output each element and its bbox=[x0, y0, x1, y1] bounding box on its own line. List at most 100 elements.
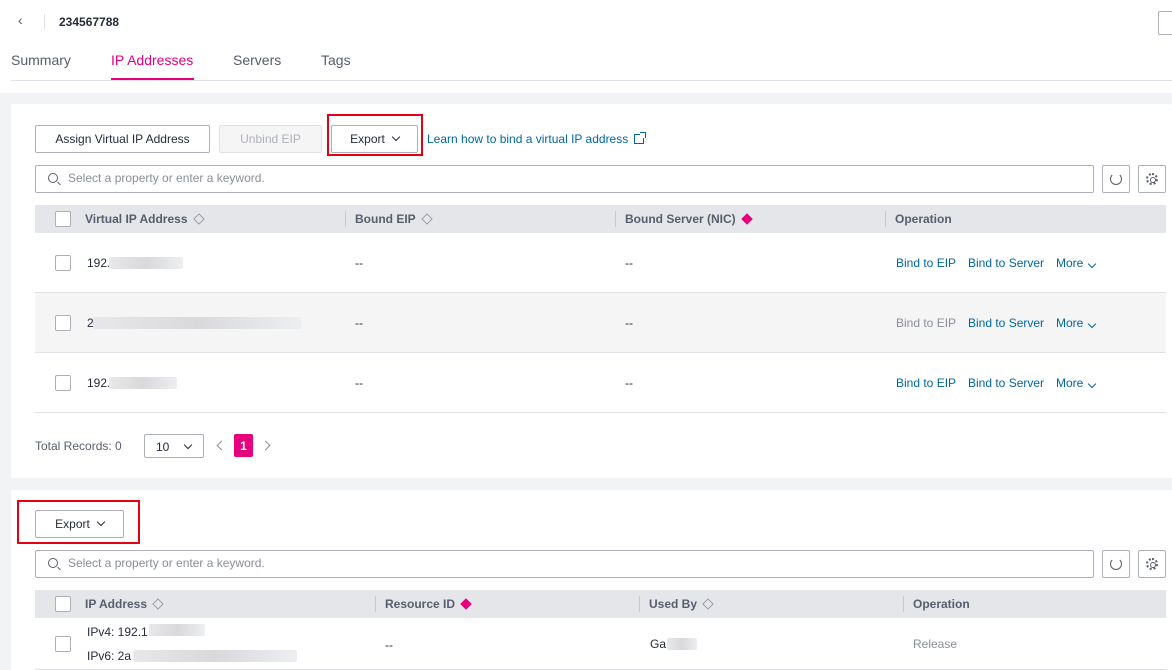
more-dropdown[interactable]: More bbox=[1056, 376, 1097, 390]
total-records: Total Records: 0 bbox=[35, 439, 122, 453]
more-dropdown[interactable]: More bbox=[1056, 316, 1097, 330]
redacted-text bbox=[109, 377, 177, 389]
row-checkbox[interactable] bbox=[55, 255, 71, 271]
top-right-button[interactable] bbox=[1158, 11, 1172, 35]
more-label: More bbox=[1056, 316, 1084, 330]
tab-bar: Summary IP Addresses Servers Tags bbox=[11, 48, 1172, 81]
redacted-text bbox=[133, 650, 297, 662]
row-checkbox[interactable] bbox=[55, 315, 71, 331]
virtual-ip-card: Assign Virtual IP Address Unbind EIP Exp… bbox=[11, 104, 1172, 478]
table-row: IPv4: 192.1 IPv6: 2a -- Ga Release bbox=[35, 618, 1166, 670]
sort-active-icon bbox=[460, 598, 472, 610]
tab-servers[interactable]: Servers bbox=[233, 52, 281, 68]
sort-active-icon bbox=[741, 213, 753, 225]
bound-eip-value: -- bbox=[355, 256, 363, 270]
select-all-checkbox[interactable] bbox=[55, 596, 71, 612]
bound-server-value: -- bbox=[625, 256, 633, 270]
sort-icon bbox=[702, 598, 714, 610]
refresh-icon bbox=[1110, 558, 1122, 570]
gear-icon bbox=[1146, 173, 1158, 185]
bound-eip-value: -- bbox=[355, 376, 363, 390]
highlight-box bbox=[327, 114, 423, 156]
column-header-bound-eip[interactable]: Bound EIP bbox=[355, 212, 433, 226]
assign-virtual-ip-button[interactable]: Assign Virtual IP Address bbox=[35, 125, 210, 153]
chevron-down-icon bbox=[1088, 259, 1097, 269]
bind-to-server-link[interactable]: Bind to Server bbox=[968, 376, 1044, 390]
divider bbox=[44, 14, 45, 30]
redacted-text bbox=[149, 624, 205, 636]
settings-button[interactable] bbox=[1138, 550, 1166, 578]
refresh-button[interactable] bbox=[1102, 550, 1130, 578]
column-divider bbox=[375, 596, 376, 612]
highlight-box bbox=[17, 500, 140, 544]
redacted-text bbox=[93, 317, 301, 329]
ip-address-card: Export IP Address Resource ID Used By Op… bbox=[11, 490, 1172, 670]
release-link-disabled: Release bbox=[913, 637, 958, 651]
table-header: IP Address Resource ID Used By Operation bbox=[35, 590, 1166, 618]
bind-to-eip-link-disabled: Bind to EIP bbox=[896, 316, 957, 330]
row-checkbox[interactable] bbox=[55, 636, 71, 652]
page-button-current[interactable]: 1 bbox=[234, 434, 253, 457]
bound-eip-value: -- bbox=[355, 316, 363, 330]
column-header-operation: Operation bbox=[895, 212, 952, 226]
ipv4-value: IPv4: 192.1 bbox=[87, 625, 148, 639]
settings-button[interactable] bbox=[1138, 165, 1166, 193]
chevron-down-icon bbox=[1088, 379, 1097, 389]
sort-icon bbox=[192, 213, 205, 225]
page-size-select[interactable]: 10 bbox=[144, 434, 204, 458]
search-icon bbox=[48, 173, 58, 183]
prev-page-icon[interactable] bbox=[216, 440, 227, 451]
redacted-text bbox=[109, 257, 183, 269]
column-header-ip-address[interactable]: IP Address bbox=[85, 597, 164, 611]
column-header-used-by[interactable]: Used By bbox=[649, 597, 714, 611]
column-label: Bound Server (NIC) bbox=[625, 212, 736, 226]
search-input[interactable] bbox=[68, 556, 668, 570]
table-row: 192. -- -- Bind to EIP Bind to Server Mo… bbox=[35, 353, 1166, 413]
back-arrow-icon[interactable]: ‹ bbox=[18, 12, 32, 32]
column-label: Used By bbox=[649, 597, 698, 611]
bind-to-eip-link[interactable]: Bind to EIP bbox=[896, 376, 956, 390]
search-bar bbox=[35, 550, 1094, 578]
active-tab-indicator bbox=[111, 78, 194, 80]
sort-icon bbox=[152, 598, 164, 610]
next-page-icon[interactable] bbox=[260, 440, 271, 451]
table-row: 2 -- -- Bind to EIP Bind to Server More bbox=[35, 293, 1166, 353]
redacted-text bbox=[667, 638, 697, 650]
search-bar bbox=[35, 165, 1094, 193]
table-header: Virtual IP Address Bound EIP Bound Serve… bbox=[35, 205, 1166, 233]
column-header-virtual-ip[interactable]: Virtual IP Address bbox=[85, 212, 205, 226]
unbind-eip-button[interactable]: Unbind EIP bbox=[219, 125, 322, 153]
column-divider bbox=[903, 596, 904, 612]
virtual-ip-value: 192. bbox=[87, 376, 111, 390]
column-header-bound-server[interactable]: Bound Server (NIC) bbox=[625, 212, 753, 226]
column-divider bbox=[885, 211, 886, 227]
column-header-resource-id[interactable]: Resource ID bbox=[385, 597, 472, 611]
learn-bind-link[interactable]: Learn how to bind a virtual IP address bbox=[427, 132, 647, 146]
column-divider bbox=[639, 596, 640, 612]
tab-tags[interactable]: Tags bbox=[321, 52, 351, 68]
search-icon bbox=[48, 558, 58, 568]
more-label: More bbox=[1056, 376, 1084, 390]
column-divider bbox=[345, 211, 346, 227]
search-input[interactable] bbox=[68, 171, 668, 185]
chevron-down-icon bbox=[1088, 319, 1097, 329]
chevron-down-icon bbox=[183, 440, 193, 450]
used-by-value: Ga bbox=[650, 637, 667, 651]
select-all-checkbox[interactable] bbox=[55, 211, 71, 227]
refresh-button[interactable] bbox=[1102, 165, 1130, 193]
ipv6-value: IPv6: 2a bbox=[87, 649, 132, 663]
tab-ip-addresses[interactable]: IP Addresses bbox=[111, 52, 193, 68]
page-size-value: 10 bbox=[156, 440, 170, 454]
bind-to-eip-link[interactable]: Bind to EIP bbox=[896, 256, 956, 270]
sort-icon bbox=[421, 213, 433, 225]
resource-id-value: -- bbox=[385, 638, 393, 652]
more-dropdown[interactable]: More bbox=[1056, 256, 1097, 270]
tab-summary[interactable]: Summary bbox=[11, 52, 71, 68]
column-label: Bound EIP bbox=[355, 212, 416, 226]
column-label: Resource ID bbox=[385, 597, 456, 611]
row-checkbox[interactable] bbox=[55, 375, 71, 391]
bind-to-server-link[interactable]: Bind to Server bbox=[968, 256, 1044, 270]
learn-bind-link-label: Learn how to bind a virtual IP address bbox=[427, 132, 629, 146]
bind-to-server-link[interactable]: Bind to Server bbox=[968, 316, 1044, 330]
more-label: More bbox=[1056, 256, 1084, 270]
